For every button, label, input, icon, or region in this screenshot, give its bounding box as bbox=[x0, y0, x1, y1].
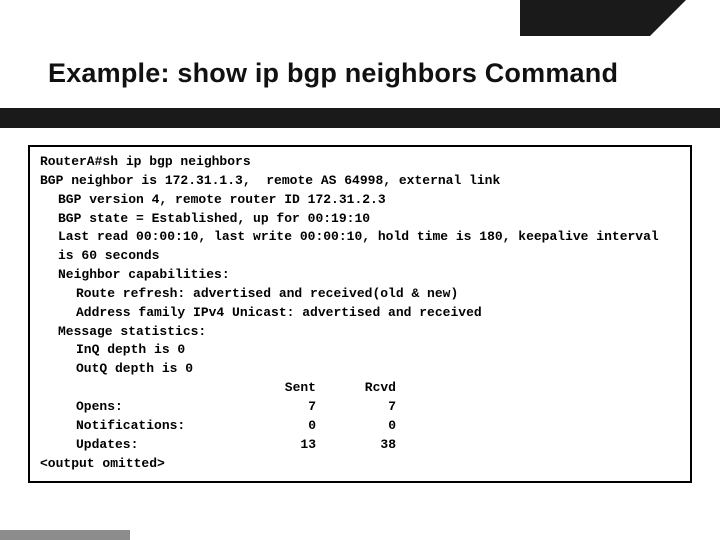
title-underline-bar bbox=[0, 108, 720, 128]
stats-updates-sent: 13 bbox=[236, 436, 316, 455]
capabilities-header: Neighbor capabilities: bbox=[40, 266, 680, 285]
bgp-last-read-line: Last read 00:00:10, last write 00:00:10,… bbox=[40, 228, 680, 266]
stats-header-blank bbox=[76, 379, 236, 398]
stats-opens-rcvd: 7 bbox=[316, 398, 396, 417]
stats-row-opens: Opens: 7 7 bbox=[76, 398, 396, 417]
bgp-neighbor-summary: BGP neighbor is 172.31.1.3, remote AS 64… bbox=[40, 172, 680, 191]
output-omitted: <output omitted> bbox=[40, 455, 680, 474]
header-accent-shape bbox=[520, 0, 650, 36]
stats-header-row: Sent Rcvd bbox=[76, 379, 396, 398]
inq-depth-line: InQ depth is 0 bbox=[40, 341, 680, 360]
message-stats-table: Sent Rcvd Opens: 7 7 Notifications: 0 0 … bbox=[76, 379, 396, 454]
stats-updates-rcvd: 38 bbox=[316, 436, 396, 455]
bgp-version-line: BGP version 4, remote router ID 172.31.2… bbox=[40, 191, 680, 210]
stats-header-sent: Sent bbox=[236, 379, 316, 398]
stats-label-opens: Opens: bbox=[76, 398, 236, 417]
stats-label-updates: Updates: bbox=[76, 436, 236, 455]
outq-depth-line: OutQ depth is 0 bbox=[40, 360, 680, 379]
footer-accent-bar bbox=[0, 530, 130, 540]
stats-notifications-sent: 0 bbox=[236, 417, 316, 436]
capability-address-family: Address family IPv4 Unicast: advertised … bbox=[40, 304, 680, 323]
message-statistics-header: Message statistics: bbox=[40, 323, 680, 342]
slide-title: Example: show ip bgp neighbors Command bbox=[48, 58, 618, 89]
stats-row-notifications: Notifications: 0 0 bbox=[76, 417, 396, 436]
stats-opens-sent: 7 bbox=[236, 398, 316, 417]
bgp-state-line: BGP state = Established, up for 00:19:10 bbox=[40, 210, 680, 229]
terminal-command: RouterA#sh ip bgp neighbors bbox=[40, 153, 680, 172]
capability-route-refresh: Route refresh: advertised and received(o… bbox=[40, 285, 680, 304]
stats-label-notifications: Notifications: bbox=[76, 417, 236, 436]
stats-header-rcvd: Rcvd bbox=[316, 379, 396, 398]
stats-notifications-rcvd: 0 bbox=[316, 417, 396, 436]
terminal-output-box: RouterA#sh ip bgp neighbors BGP neighbor… bbox=[28, 145, 692, 483]
stats-row-updates: Updates: 13 38 bbox=[76, 436, 396, 455]
